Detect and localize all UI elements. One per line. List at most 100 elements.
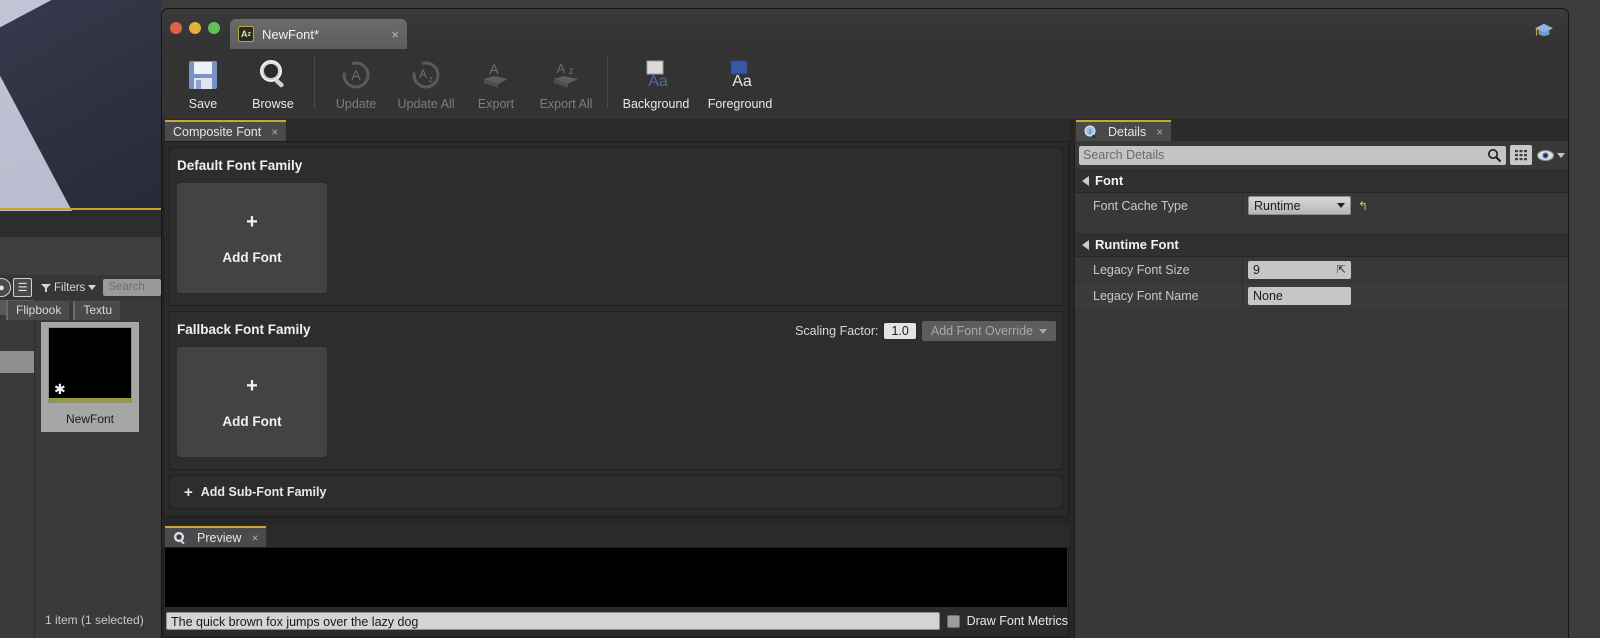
close-window-button[interactable] xyxy=(170,22,182,34)
scaling-factor-input[interactable]: 1.0 xyxy=(884,323,915,339)
toolbar-export-all-button[interactable]: A z Export All xyxy=(531,49,601,117)
document-tab[interactable]: Az NewFont* × xyxy=(230,19,407,49)
close-icon[interactable]: × xyxy=(251,531,258,545)
details-value-legacy-font-size: 9 ⇱ xyxy=(1243,261,1569,279)
floppy-disk-icon xyxy=(186,56,220,94)
chevron-down-icon xyxy=(1557,153,1565,158)
details-section-font-label: Font xyxy=(1095,173,1123,188)
toolbar-separator-1 xyxy=(314,56,315,108)
content-browser-side-stub-bottom xyxy=(0,351,34,373)
toolbar-background-button[interactable]: Aa Background xyxy=(614,49,698,117)
font-editor-window: Az NewFont* × xyxy=(161,8,1569,638)
spinner-arrows-icon: ⇱ xyxy=(1337,263,1346,276)
editor-panel-area: Composite Font × Default Font Family + A… xyxy=(162,119,1568,638)
reset-arrow-icon[interactable]: ↰ xyxy=(1358,200,1368,212)
chevron-down-icon xyxy=(1337,203,1345,208)
search-details-input[interactable]: Search Details xyxy=(1079,146,1506,165)
viewport-accent-line xyxy=(0,208,161,210)
content-browser-search-input[interactable]: Search xyxy=(103,279,161,296)
foreground-aa-icon: Aa xyxy=(722,56,758,94)
list-icon[interactable]: ☰ xyxy=(13,278,32,297)
minimize-window-button[interactable] xyxy=(189,22,201,34)
toolbar-browse-button[interactable]: Browse xyxy=(238,49,308,117)
maximize-window-button[interactable] xyxy=(208,22,220,34)
font-cache-type-dropdown[interactable]: Runtime xyxy=(1248,196,1351,215)
tab-preview[interactable]: Preview × xyxy=(165,526,266,547)
legacy-font-name-value: None xyxy=(1253,289,1283,303)
add-font-override-button[interactable]: Add Font Override xyxy=(922,321,1056,341)
plus-icon: + xyxy=(246,212,258,232)
svg-text:A: A xyxy=(557,61,566,76)
details-section-font[interactable]: Font xyxy=(1075,169,1569,193)
toolbar-export-all-label: Export All xyxy=(540,97,593,111)
fallback-add-font-button[interactable]: + Add Font xyxy=(177,347,327,457)
add-font-override-label: Add Font Override xyxy=(931,324,1033,338)
legacy-font-size-value: 9 xyxy=(1253,263,1260,277)
svg-text:z: z xyxy=(569,66,574,77)
content-browser-filter-tabs: Flipbook Textu xyxy=(0,301,161,321)
filter-tab-flipbook[interactable]: Flipbook xyxy=(6,301,69,320)
editor-toolbar: Save Browse A xyxy=(162,49,1568,119)
tab-composite-font[interactable]: Composite Font × xyxy=(165,120,286,141)
legacy-font-size-input[interactable]: 9 ⇱ xyxy=(1248,261,1351,279)
details-search-row: Search Details xyxy=(1075,141,1569,169)
asset-tile[interactable]: ✱ NewFont xyxy=(41,322,139,432)
grid-view-icon[interactable] xyxy=(1510,145,1532,165)
toolbar-save-label: Save xyxy=(189,97,218,111)
default-font-family-title: Default Font Family xyxy=(170,148,1062,173)
toolbar-update-all-button[interactable]: A z Update All xyxy=(391,49,461,117)
content-browser-status: 1 item (1 selected) xyxy=(45,613,144,627)
details-key-font-cache-type: Font Cache Type xyxy=(1075,199,1242,213)
close-icon[interactable]: × xyxy=(1156,125,1163,139)
add-sub-font-family-button[interactable]: + Add Sub-Font Family xyxy=(169,475,1063,509)
close-icon[interactable]: × xyxy=(391,27,399,42)
preview-body: The quick brown fox jumps over the lazy … xyxy=(163,547,1069,637)
svg-text:z: z xyxy=(429,74,434,84)
tab-details[interactable]: i Details × xyxy=(1076,120,1171,141)
details-row-legacy-font-name: Legacy Font Name None xyxy=(1075,283,1569,309)
visibility-options-button[interactable] xyxy=(1536,145,1566,165)
details-value-font-cache-type: Runtime ↰ xyxy=(1243,196,1569,215)
circle-icon[interactable]: ● xyxy=(0,278,11,297)
refresh-a-icon: A xyxy=(340,56,372,94)
preview-text-input[interactable]: The quick brown fox jumps over the lazy … xyxy=(166,612,940,630)
scaling-factor-label: Scaling Factor: xyxy=(795,324,878,338)
composite-font-panel: Composite Font × Default Font Family + A… xyxy=(163,119,1069,517)
window-titlebar: Az NewFont* × xyxy=(162,9,1568,49)
toolbar-export-label: Export xyxy=(478,97,514,111)
default-font-family-block: Default Font Family + Add Font xyxy=(169,147,1063,306)
fallback-font-family-block: Fallback Font Family Scaling Factor: 1.0… xyxy=(169,311,1063,470)
composite-font-tabbar: Composite Font × xyxy=(163,119,1069,141)
content-browser: ● ☰ Filters Search Flipbook Textu ✱ NewF… xyxy=(0,275,161,638)
details-panel: i Details × Search Details xyxy=(1074,119,1569,638)
filters-button[interactable]: Filters xyxy=(41,282,96,294)
close-icon[interactable]: × xyxy=(271,125,278,139)
toolbar-update-label: Update xyxy=(336,97,376,111)
details-key-legacy-font-size: Legacy Font Size xyxy=(1075,263,1242,277)
viewport-strip-upper xyxy=(0,211,161,237)
preview-panel: Preview × The quick brown fox jumps over… xyxy=(163,525,1069,637)
toolbar-update-button[interactable]: A Update xyxy=(321,49,391,117)
funnel-icon xyxy=(41,283,51,293)
filter-tab-texture[interactable]: Textu xyxy=(73,301,120,320)
toolbar-foreground-button[interactable]: Aa Foreground xyxy=(698,49,782,117)
toolbar-save-button[interactable]: Save xyxy=(168,49,238,117)
eye-icon xyxy=(1537,150,1554,161)
details-info-icon: i xyxy=(1084,125,1098,139)
details-section-runtime-font[interactable]: Runtime Font xyxy=(1075,233,1569,257)
viewport-ground xyxy=(0,0,161,211)
legacy-font-name-input[interactable]: None xyxy=(1248,287,1351,305)
default-add-font-button[interactable]: + Add Font xyxy=(177,183,327,293)
draw-font-metrics-checkbox[interactable] xyxy=(947,615,960,628)
toolbar-background-label: Background xyxy=(623,97,690,111)
plus-icon: + xyxy=(184,484,193,501)
tab-preview-label: Preview xyxy=(197,531,241,545)
graduation-cap-icon[interactable] xyxy=(1534,21,1554,39)
details-body: Search Details xyxy=(1074,141,1569,638)
preview-tabbar: Preview × xyxy=(163,525,1069,547)
preview-canvas xyxy=(165,548,1067,607)
toolbar-export-button[interactable]: A Export xyxy=(461,49,531,117)
composite-font-body: Default Font Family + Add Font Fallback … xyxy=(163,141,1069,517)
svg-text:Aa: Aa xyxy=(732,73,752,90)
fallback-family-controls: Scaling Factor: 1.0 Add Font Override xyxy=(795,321,1056,341)
